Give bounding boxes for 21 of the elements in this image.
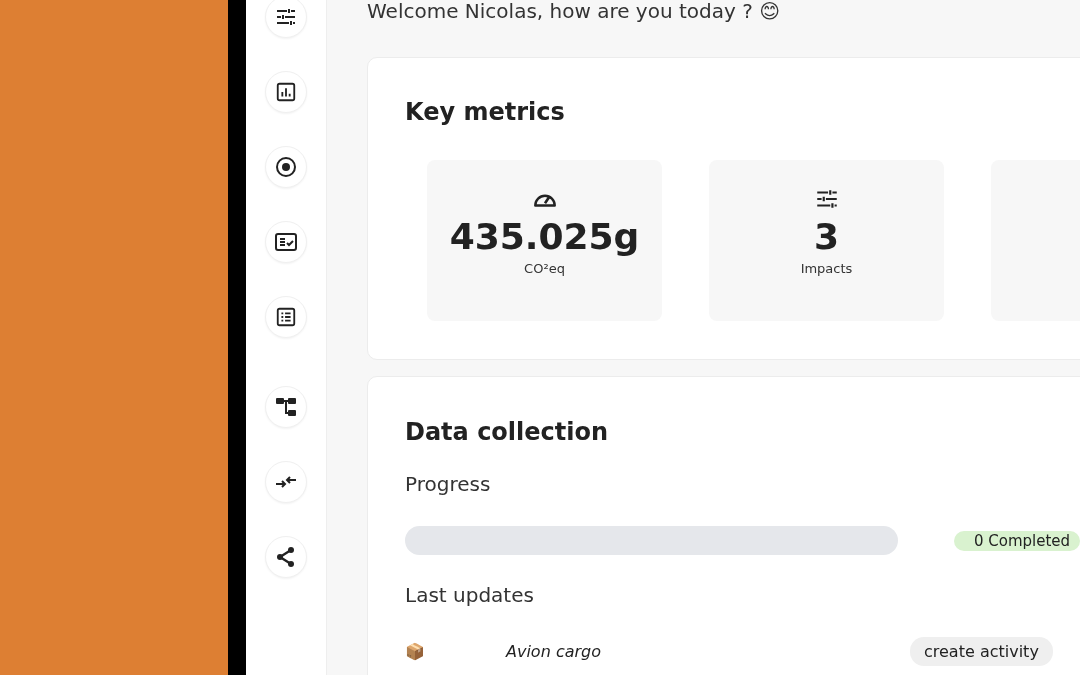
metric-label: CO²eq xyxy=(524,261,565,276)
create-activity-button[interactable]: create activity xyxy=(910,637,1053,666)
target-icon[interactable] xyxy=(265,146,307,188)
welcome-message: Welcome Nicolas, how are you today ? 😊 xyxy=(367,0,782,22)
share-icon[interactable] xyxy=(265,536,307,578)
activity-name: Avion cargo xyxy=(506,642,602,661)
checklist-icon[interactable] xyxy=(265,221,307,263)
section-title: Data collection xyxy=(405,418,610,446)
metric-value: 435.025g xyxy=(449,216,640,257)
metric-value: 3 xyxy=(813,216,840,257)
hierarchy-icon[interactable] xyxy=(265,386,307,428)
package-icon: 📦 xyxy=(405,642,506,661)
progress-label: Progress xyxy=(405,472,492,496)
metric-label: Impacts xyxy=(800,261,853,276)
bar-chart-icon[interactable] xyxy=(265,71,307,113)
list-icon[interactable] xyxy=(265,296,307,338)
section-title: Key metrics xyxy=(405,98,566,126)
completed-badge: 0 Completed xyxy=(954,530,1080,551)
sliders-icon[interactable] xyxy=(265,0,307,38)
last-updates-label: Last updates xyxy=(405,583,535,607)
compare-arrows-icon[interactable] xyxy=(265,461,307,503)
